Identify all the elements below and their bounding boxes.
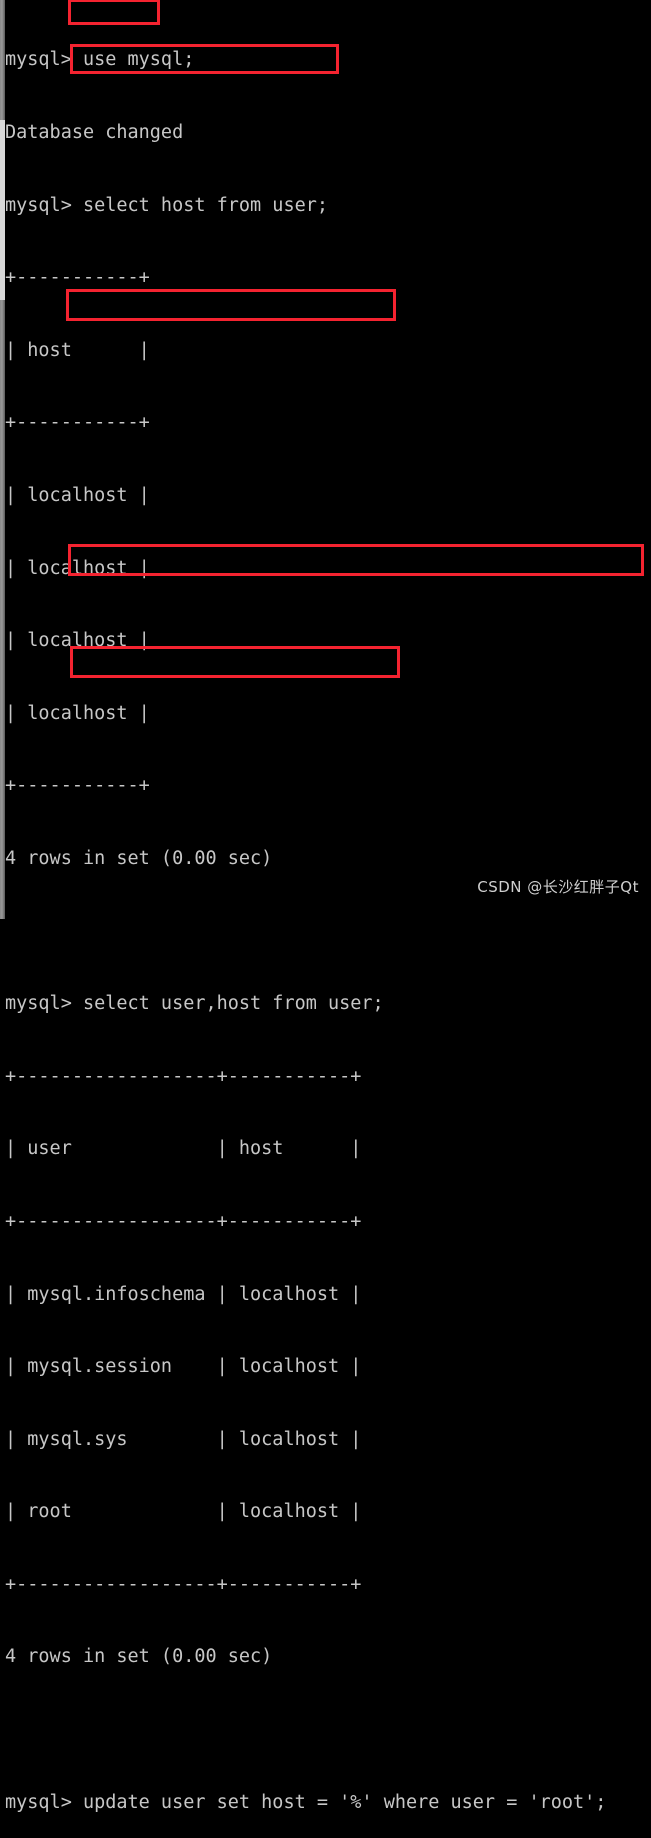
terminal-line: +-----------+ [5,412,150,434]
terminal-line: mysql> update user set host = '%' where … [5,1791,607,1813]
terminal-line: mysql> select host from user; [5,194,329,216]
terminal-line: Database changed [5,122,184,143]
terminal-line: 4 rows in set (0.00 sec) [5,1646,273,1668]
terminal-line: | localhost | [5,557,150,579]
terminal-output[interactable]: mysql> use mysql; Database changed mysql… [5,0,651,1813]
terminal-line: | user | host | [5,1138,362,1160]
scrollbar-thumb[interactable] [0,120,5,300]
terminal-line: +-----------+ [5,775,150,797]
terminal-line: | host | [5,339,150,361]
terminal-line: | mysql.sys | localhost | [5,1428,362,1450]
terminal-line: mysql> select user,host from user; [5,993,384,1015]
terminal-line: 4 rows in set (0.00 sec) [5,847,273,869]
vertical-scrollbar[interactable] [0,0,5,919]
terminal-line: | mysql.session | localhost | [5,1356,362,1378]
terminal-line: +------------------+-----------+ [5,1065,362,1087]
terminal-line: +------------------+-----------+ [5,1573,362,1595]
terminal-line: | root | localhost | [5,1501,362,1523]
terminal-line: | mysql.infoschema | localhost | [5,1283,362,1305]
terminal-line: | localhost | [5,702,150,724]
terminal-line: +-----------+ [5,267,150,289]
watermark-label: CSDN @长沙红胖子Qt [477,878,639,896]
terminal-line: mysql> use mysql; [5,49,195,71]
terminal-line: | localhost | [5,484,150,506]
terminal-line: +------------------+-----------+ [5,1210,362,1232]
terminal-line: | localhost | [5,630,150,652]
